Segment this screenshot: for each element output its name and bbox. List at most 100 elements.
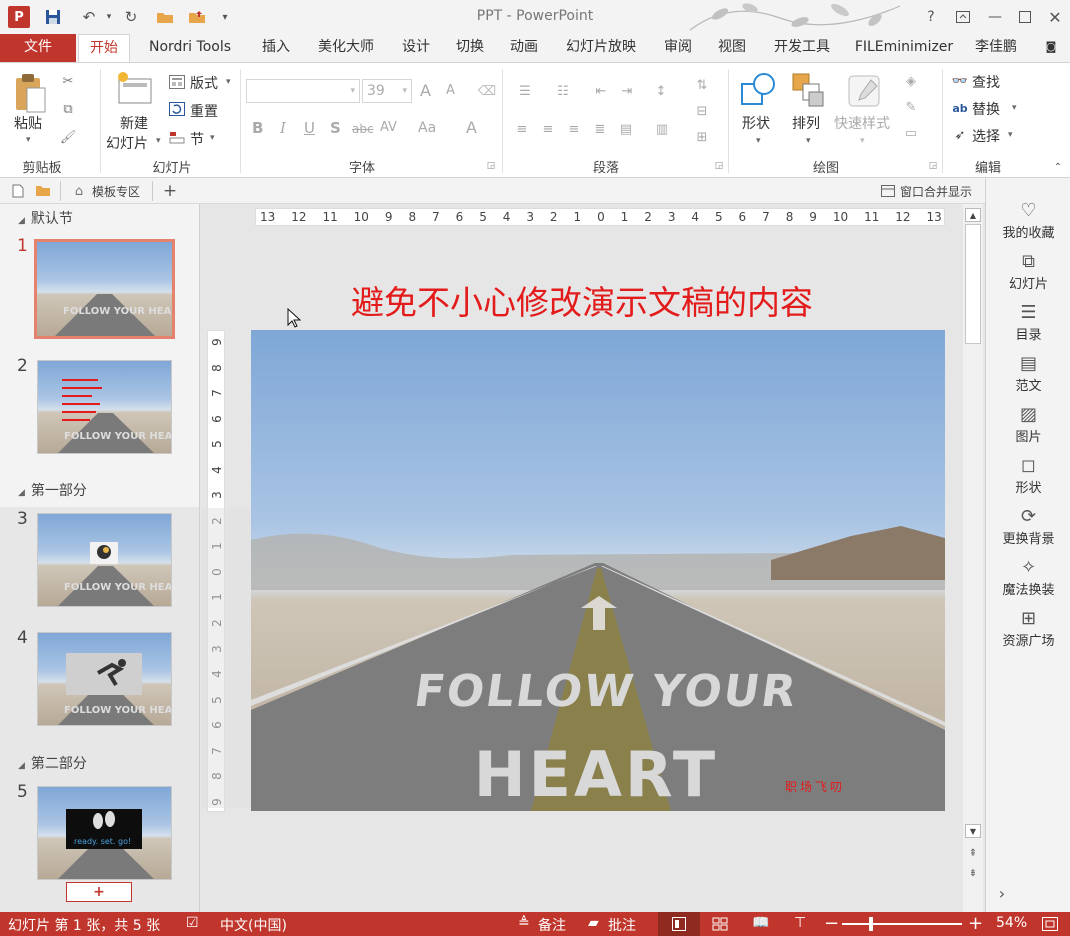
section-header[interactable]: ◢ 第二部分 — [18, 753, 87, 773]
columns-icon[interactable]: ▥ — [650, 119, 674, 139]
numbering-icon[interactable]: ☷ — [550, 81, 576, 101]
rp-images[interactable]: ▨ 图片 — [986, 404, 1070, 445]
paste-button[interactable]: 粘贴 — [14, 113, 42, 133]
rp-favorites[interactable]: ♡ 我的收藏 — [986, 200, 1070, 241]
slide-thumbnail-3[interactable]: FOLLOW YOUR HEART — [37, 513, 172, 607]
reset-button[interactable]: 重置 — [190, 101, 218, 121]
fit-slide-icon[interactable] — [1042, 917, 1058, 935]
window-merge-icon[interactable] — [880, 183, 896, 199]
help-icon[interactable]: ? — [918, 6, 944, 28]
collapse-section-icon[interactable]: ◢ — [18, 216, 25, 226]
select-button[interactable]: 选择 — [972, 126, 1000, 146]
ribbon-display-icon[interactable] — [950, 6, 976, 28]
rp-change-background[interactable]: ⟳ 更换背景 — [986, 506, 1070, 547]
shape-fill-icon[interactable]: ◈ — [900, 71, 922, 91]
layout-dropdown-icon[interactable]: ▾ — [226, 77, 231, 87]
tab-home[interactable]: 开始 — [78, 34, 130, 63]
tab-beautify[interactable]: 美化大师 — [308, 34, 384, 62]
align-right-icon[interactable]: ≡ — [564, 119, 584, 139]
add-tab-icon[interactable]: + — [160, 181, 180, 201]
slide-title[interactable]: 避免不小心修改演示文稿的内容 — [201, 276, 963, 324]
user-avatar-icon[interactable]: ◙ — [1036, 34, 1066, 62]
slide-thumbnail-1[interactable]: FOLLOW YOUR HEART — [34, 239, 175, 339]
rp-toc[interactable]: ☰ 目录 — [986, 302, 1070, 343]
quick-styles-button[interactable]: 快速样式 — [834, 113, 890, 133]
notes-button[interactable]: 备注 — [538, 915, 566, 935]
font-name-combo[interactable]: ▾ — [246, 79, 360, 103]
scroll-down-icon[interactable]: ▼ — [965, 824, 981, 838]
language-indicator[interactable]: 中文(中国) — [220, 915, 287, 935]
new-slide-icon[interactable] — [114, 69, 156, 109]
home-icon[interactable]: ⌂ — [70, 182, 88, 200]
font-size-combo[interactable]: 39 ▾ — [362, 79, 412, 103]
add-slide-button[interactable]: + — [66, 882, 132, 902]
align-center-icon[interactable]: ≡ — [538, 119, 558, 139]
rp-resource-square[interactable]: ⊞ 资源广场 — [986, 608, 1070, 649]
arrange-dropdown-icon[interactable]: ▾ — [806, 136, 811, 146]
new-document-icon[interactable] — [10, 182, 26, 200]
user-name[interactable]: 李佳鹏 — [970, 34, 1022, 62]
reading-view-icon[interactable]: 📖 — [752, 915, 769, 931]
text-direction-icon[interactable]: ⇅ — [690, 75, 714, 95]
zoom-out-icon[interactable]: − — [824, 913, 839, 934]
rp-shapes[interactable]: ◻ 形状 — [986, 455, 1070, 496]
slide-thumbnail-4[interactable]: FOLLOW YOUR HEART — [37, 632, 172, 726]
new-slide-label-2[interactable]: 幻灯片 — [106, 133, 148, 153]
shape-outline-icon[interactable]: ✎ — [900, 97, 922, 117]
decrease-indent-icon[interactable]: ⇤ — [590, 81, 612, 101]
smartart-icon[interactable]: ⊞ — [690, 127, 714, 147]
distributed-icon[interactable]: ▤ — [616, 119, 636, 139]
italic-button[interactable]: I — [280, 119, 286, 137]
rp-slides[interactable]: ⧉ 幻灯片 — [986, 251, 1070, 292]
bold-button[interactable]: B — [252, 119, 263, 137]
scroll-thumb[interactable] — [965, 224, 981, 344]
section-header[interactable]: ◢ 第一部分 — [18, 480, 87, 500]
rp-magic-restyle[interactable]: ✧ 魔法换装 — [986, 557, 1070, 598]
select-dropdown-icon[interactable]: ▾ — [1008, 130, 1013, 140]
paragraph-dialog-launcher-icon[interactable]: ◲ — [714, 161, 724, 171]
tab-animations[interactable]: 动画 — [500, 34, 548, 62]
cut-icon[interactable]: ✂ — [58, 71, 78, 91]
tab-developer[interactable]: 开发工具 — [764, 34, 840, 62]
notes-icon[interactable]: ≜ — [518, 915, 530, 931]
tab-view[interactable]: 视图 — [708, 34, 756, 62]
new-slide-label[interactable]: 新建 — [120, 113, 148, 133]
line-spacing-icon[interactable]: ↕ — [648, 81, 674, 101]
merge-windows-button[interactable]: 窗口合并显示 — [900, 183, 972, 200]
paste-icon[interactable] — [12, 71, 48, 115]
tab-nordri-tools[interactable]: Nordri Tools — [138, 34, 242, 62]
layout-button[interactable]: 版式 — [190, 73, 218, 93]
change-case-button[interactable]: Aa — [418, 120, 436, 136]
comment-icon[interactable]: ▰ — [588, 915, 599, 931]
tab-transitions[interactable]: 切换 — [446, 34, 494, 62]
shape-effects-icon[interactable]: ▭ — [900, 123, 922, 143]
comments-button[interactable]: 批注 — [608, 915, 636, 935]
maximize-icon[interactable] — [1012, 6, 1038, 28]
scroll-up-icon[interactable]: ▲ — [965, 208, 981, 222]
minimize-icon[interactable]: — — [982, 6, 1008, 28]
character-spacing-button[interactable]: AV — [380, 120, 397, 135]
quick-styles-icon[interactable] — [844, 69, 886, 111]
quick-styles-dropdown-icon[interactable]: ▾ — [860, 136, 865, 146]
slide-thumbnail-5[interactable]: ready. set. go! — [37, 786, 172, 880]
find-button[interactable]: 查找 — [972, 72, 1000, 92]
zoom-in-icon[interactable]: + — [968, 913, 983, 934]
tab-insert[interactable]: 插入 — [252, 34, 300, 62]
shapes-button[interactable]: 形状 — [742, 113, 770, 133]
format-painter-icon[interactable]: 🖌 — [58, 127, 78, 147]
close-icon[interactable]: ✕ — [1042, 6, 1068, 28]
section-icon[interactable] — [168, 129, 186, 145]
layout-icon[interactable] — [168, 74, 186, 90]
clear-formatting-icon[interactable]: ⌫ — [476, 81, 498, 101]
collapse-section-icon[interactable]: ◢ — [18, 761, 25, 771]
collapse-section-icon[interactable]: ◢ — [18, 488, 25, 498]
align-text-icon[interactable]: ⊟ — [690, 101, 714, 121]
template-zone-tab[interactable]: 模板专区 — [92, 183, 140, 200]
tab-review[interactable]: 审阅 — [654, 34, 702, 62]
shapes-icon[interactable] — [738, 69, 778, 111]
paste-dropdown-icon[interactable]: ▾ — [26, 135, 31, 145]
spell-check-icon[interactable]: ☑ — [186, 915, 199, 931]
select-cursor-icon[interactable]: ➶ — [950, 126, 970, 144]
slideshow-icon[interactable]: ⊤ — [794, 915, 806, 931]
bullets-icon[interactable]: ☰ — [512, 81, 538, 101]
